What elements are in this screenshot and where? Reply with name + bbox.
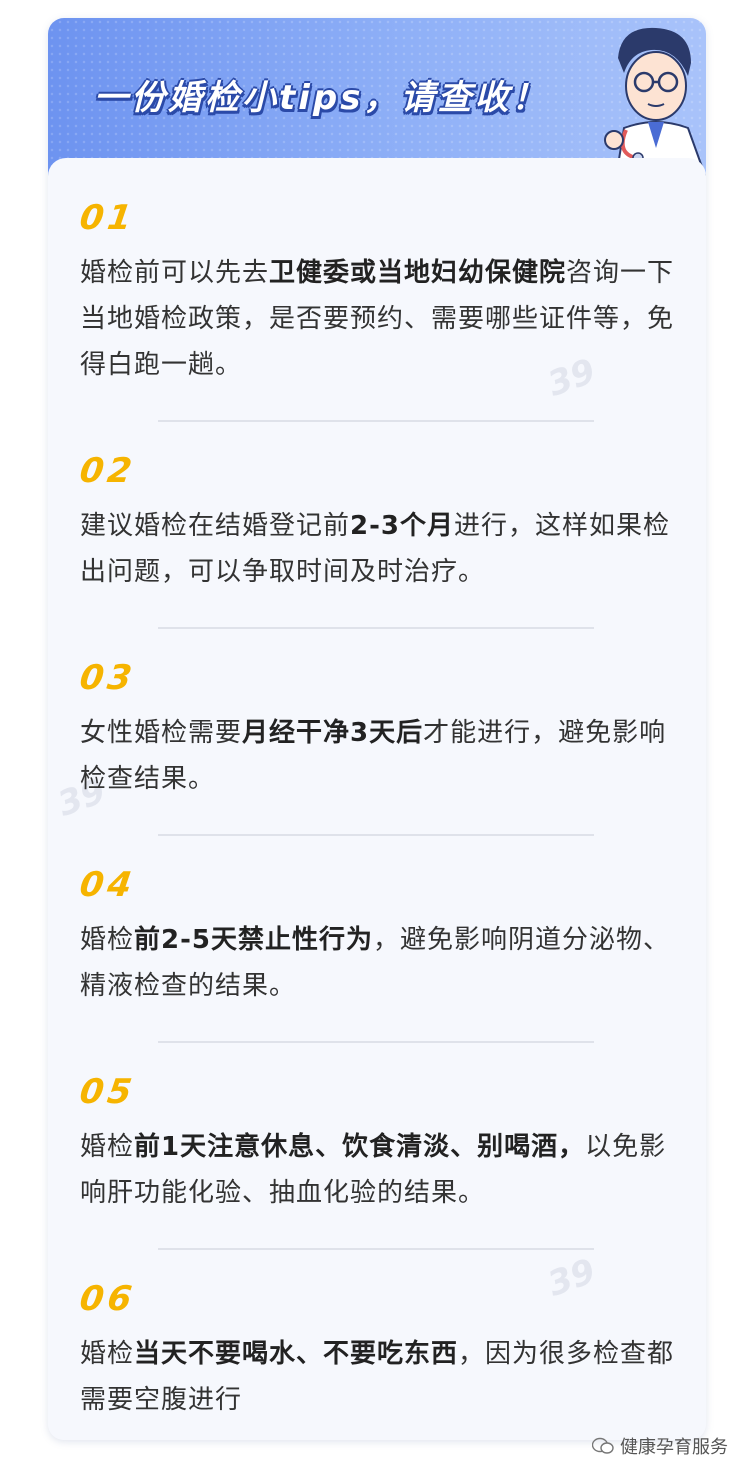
divider [158,420,594,422]
tip-item: 01 婚检前可以先去卫健委或当地妇幼保健院咨询一下当地婚检政策，是否要预约、需要… [77,198,680,388]
tip-text: 建议婚检在结婚登记前2-3个月进行，这样如果检出问题，可以争取时间及时治疗。 [80,511,671,587]
tip-number: 04 [77,865,139,905]
tip-text: 婚检前可以先去卫健委或当地妇幼保健院咨询一下当地婚检政策，是否要预约、需要哪些证… [80,258,675,380]
tip-number: 02 [77,451,139,491]
tip-text: 婚检前1天注意休息、饮食清淡、别喝酒，以免影响肝功能化验、抽血化验的结果。 [80,1132,667,1208]
tip-text: 婚检前2-5天禁止性行为，避免影响阴道分泌物、精液检查的结果。 [80,925,671,1001]
doctor-illustration-icon [604,27,706,178]
tip-number: 01 [77,198,139,238]
page-title: 一份婚检小tips，请查收！ [94,78,549,118]
divider [158,834,594,836]
wechat-icon [592,1437,614,1454]
footer-source: 健康孕育服务 [592,1433,728,1459]
tip-item: 06 婚检当天不要喝水、不要吃东西，因为很多检查都需要空腹进行 [77,1279,680,1423]
tip-number: 05 [77,1072,139,1112]
tip-number: 03 [77,658,139,698]
tips-content: 39 39 39 01 婚检前可以先去卫健委或当地妇幼保健院咨询一下当地婚检政策… [48,158,706,1440]
tip-number: 06 [77,1279,139,1319]
tips-card: 一份婚检小tips，请查收！ 39 39 39 01 婚检前可以先去卫健委或当地… [48,18,706,1440]
tip-text: 婚检当天不要喝水、不要吃东西，因为很多检查都需要空腹进行 [80,1339,675,1415]
tip-item: 02 建议婚检在结婚登记前2-3个月进行，这样如果检出问题，可以争取时间及时治疗… [77,451,680,595]
divider [158,1041,594,1043]
tip-item: 03 女性婚检需要月经干净3天后才能进行，避免影响检查结果。 [77,658,680,802]
footer-source-label: 健康孕育服务 [620,1437,728,1458]
divider [158,627,594,629]
tip-item: 04 婚检前2-5天禁止性行为，避免影响阴道分泌物、精液检查的结果。 [77,865,680,1009]
tip-item: 05 婚检前1天注意休息、饮食清淡、别喝酒，以免影响肝功能化验、抽血化验的结果。 [77,1072,680,1216]
divider [158,1248,594,1250]
tip-text: 女性婚检需要月经干净3天后才能进行，避免影响检查结果。 [80,718,667,794]
